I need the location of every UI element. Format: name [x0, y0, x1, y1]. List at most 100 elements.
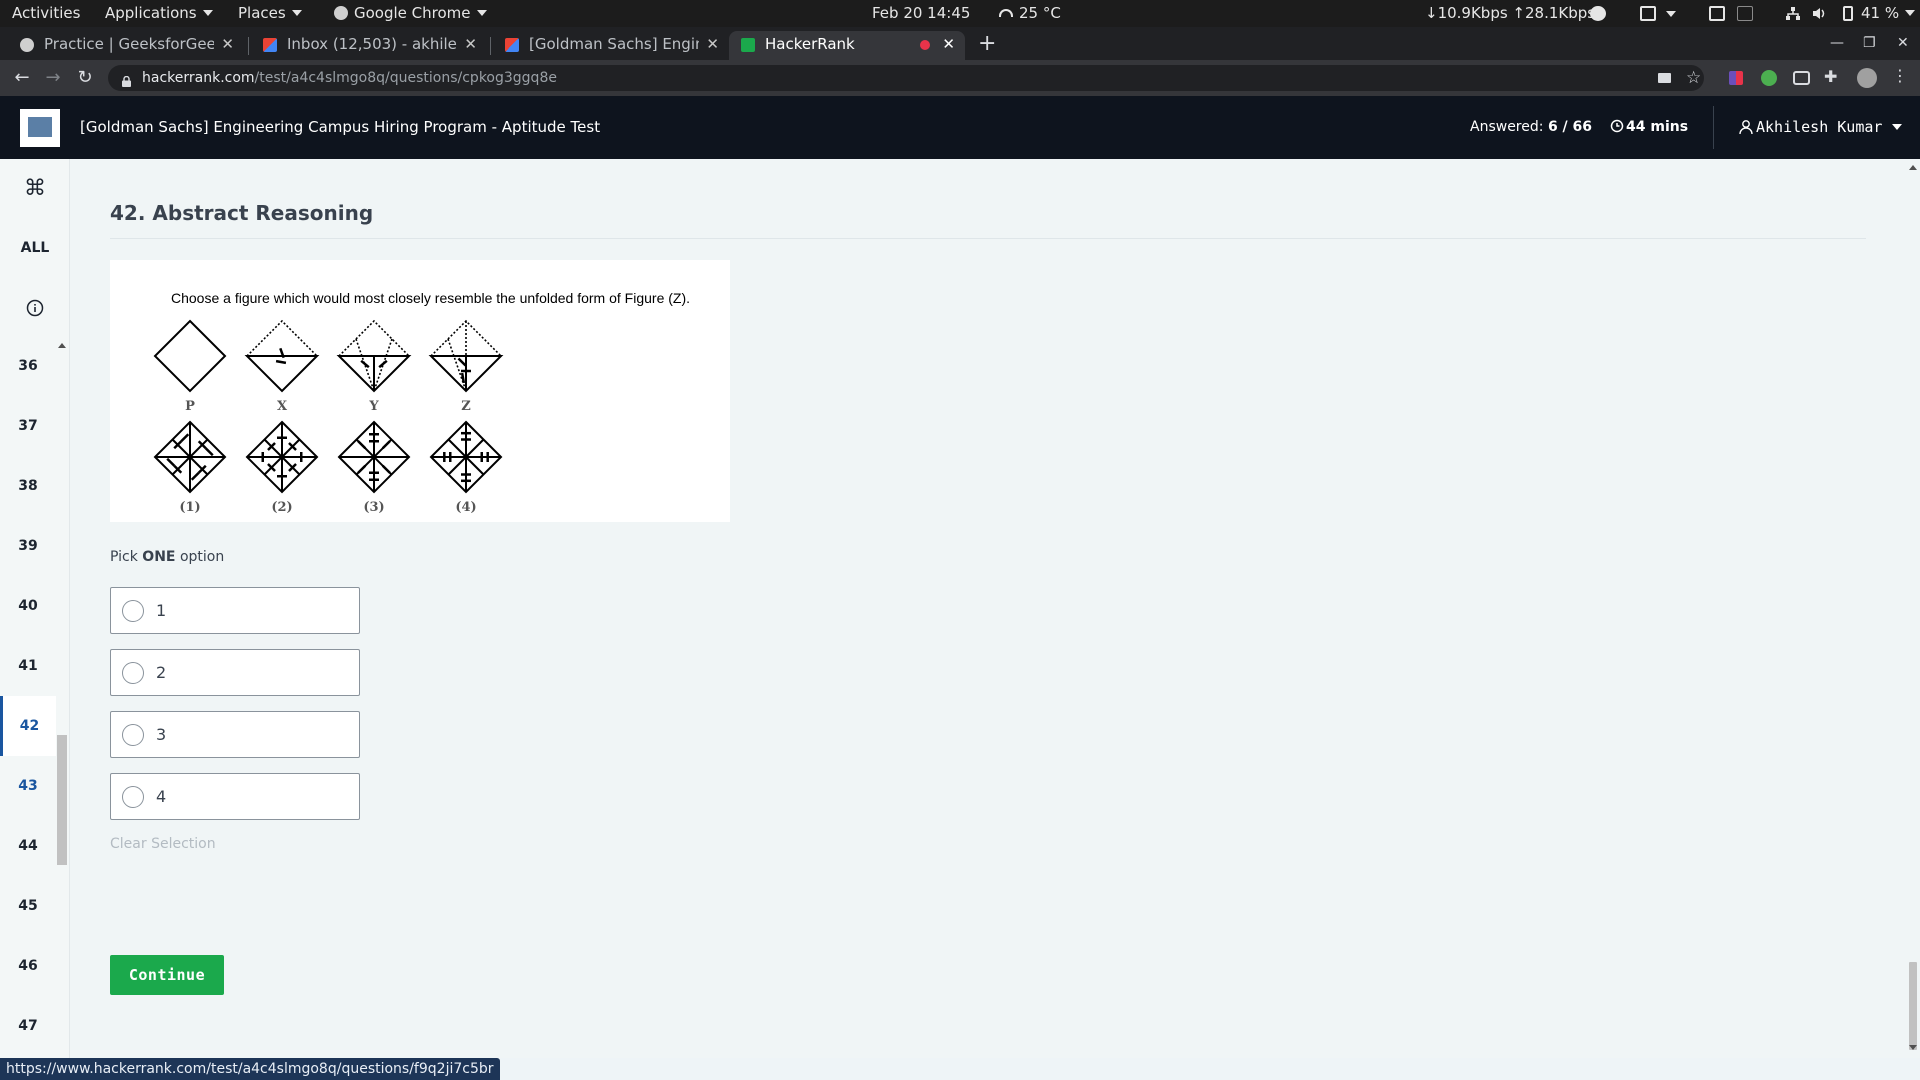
answer-figure-label: (3): [363, 500, 384, 515]
close-icon[interactable]: ✕: [706, 31, 719, 58]
battery-percent[interactable]: 41 %: [1861, 0, 1916, 27]
tab-title: Practice | GeeksforGeeks |: [44, 35, 214, 53]
figure-label: X: [277, 399, 288, 414]
battery-icon[interactable]: [1843, 6, 1853, 21]
question-nav-38[interactable]: 38: [0, 456, 56, 516]
page-scrollbar-thumb[interactable]: [1909, 962, 1917, 1050]
extensions-puzzle-icon[interactable]: ✚: [1824, 67, 1842, 86]
info-icon[interactable]: [0, 299, 69, 321]
camera-icon[interactable]: [1658, 73, 1671, 83]
chevron-down-icon: [202, 10, 213, 16]
figure-p: [153, 319, 227, 393]
option-2[interactable]: 2: [110, 649, 360, 696]
volume-icon[interactable]: [1811, 6, 1827, 21]
address-bar[interactable]: hackerrank.com/test/a4c4slmgo8q/question…: [108, 65, 1704, 91]
clipboard-icon[interactable]: [1640, 6, 1656, 21]
question-nav-43[interactable]: 43: [0, 756, 56, 816]
menu-kebab-icon[interactable]: ⋮: [1892, 66, 1908, 85]
scroll-up-arrow-icon[interactable]: [58, 343, 66, 348]
gmail-favicon-icon: [505, 38, 519, 52]
system-top-bar: Activities Applications Places Google Ch…: [0, 0, 1920, 27]
new-tab-button[interactable]: +: [978, 27, 996, 60]
network-icon[interactable]: [1785, 6, 1801, 21]
answered-count: Answered: 6 / 66: [1470, 96, 1592, 159]
places-menu[interactable]: Places: [238, 0, 302, 27]
scroll-down-arrow-icon[interactable]: [1909, 1045, 1917, 1050]
question-nav-37[interactable]: 37: [0, 396, 56, 456]
test-header: [Goldman Sachs] Engineering Campus Hirin…: [0, 96, 1920, 159]
tab-gmail-inbox[interactable]: Inbox (12,503) - akhileshd ✕: [251, 31, 487, 60]
battery-percent-text: 41 %: [1861, 4, 1900, 22]
scroll-up-arrow-icon[interactable]: [1909, 165, 1917, 170]
question-nav-45[interactable]: 45: [0, 876, 56, 936]
keyboard-layout-icon[interactable]: [1737, 6, 1753, 21]
paper-folding-figures: P X Y Z (1) (2) (3) (4): [153, 319, 504, 515]
extension-icon[interactable]: [1729, 71, 1743, 85]
close-icon[interactable]: ✕: [221, 31, 234, 58]
clear-selection-link[interactable]: Clear Selection: [110, 836, 216, 852]
star-icon[interactable]: ☆: [1686, 66, 1701, 90]
option-3[interactable]: 3: [110, 711, 360, 758]
tab-hackerrank[interactable]: HackerRank ✕: [729, 31, 965, 60]
clock[interactable]: Feb 20 14:45: [872, 0, 970, 27]
lock-icon: [122, 72, 131, 87]
forward-arrow-icon[interactable]: →: [41, 60, 65, 96]
workspace-indicator-icon[interactable]: [1709, 6, 1725, 21]
question-nav-40[interactable]: 40: [0, 576, 56, 636]
back-arrow-icon[interactable]: ←: [10, 60, 34, 96]
question-nav-41[interactable]: 41: [0, 636, 56, 696]
profile-avatar-icon[interactable]: [1857, 68, 1877, 88]
all-questions-button[interactable]: ALL: [0, 240, 69, 256]
close-window-icon[interactable]: ✕: [1897, 27, 1909, 60]
user-menu[interactable]: Akhilesh Kumar: [1738, 96, 1903, 159]
tab-separator: [490, 37, 491, 55]
extension-glasses-icon[interactable]: [1793, 71, 1810, 85]
cloud-icon[interactable]: [1590, 6, 1606, 21]
close-icon[interactable]: ✕: [942, 31, 955, 58]
activities-button[interactable]: Activities: [12, 0, 80, 27]
question-nav-39[interactable]: 39: [0, 516, 56, 576]
radio-button[interactable]: [122, 600, 144, 622]
question-nav-42[interactable]: 42: [0, 696, 56, 756]
page-scrollbar[interactable]: [1906, 159, 1920, 1058]
minimize-icon[interactable]: —: [1830, 27, 1844, 60]
radio-button[interactable]: [122, 724, 144, 746]
tab-title: [Goldman Sachs] Enginee: [529, 35, 699, 53]
pick-count: ONE: [142, 549, 176, 565]
tab-title: Inbox (12,503) - akhileshd: [287, 35, 457, 53]
app-menu[interactable]: Google Chrome: [334, 0, 487, 27]
question-nav-44[interactable]: 44: [0, 816, 56, 876]
extension-plus-icon[interactable]: [1761, 70, 1777, 86]
question-nav-47[interactable]: 47: [0, 996, 56, 1056]
chevron-down-icon: [1666, 11, 1676, 17]
radio-button[interactable]: [122, 786, 144, 808]
browser-toolbar: ← → ↻ hackerrank.com/test/a4c4slmgo8q/qu…: [0, 60, 1920, 96]
command-icon[interactable]: ⌘: [0, 177, 69, 201]
tab-goldman-sachs[interactable]: [Goldman Sachs] Enginee ✕: [493, 31, 729, 60]
tab-geeksforgeeks[interactable]: Practice | GeeksforGeeks | ✕: [8, 31, 244, 60]
pick-prefix: Pick: [110, 549, 138, 565]
weather-icon: [999, 9, 1013, 17]
restore-icon[interactable]: ❐: [1863, 27, 1876, 60]
sidebar-scrollbar[interactable]: [57, 345, 67, 1058]
answer-figure-2: [245, 420, 319, 494]
answered-label: Answered:: [1470, 119, 1544, 135]
radio-button[interactable]: [122, 662, 144, 684]
question-nav-36[interactable]: 36: [0, 336, 56, 396]
weather-text: 25 °C: [1019, 4, 1061, 22]
question-nav-46[interactable]: 46: [0, 936, 56, 996]
sidebar-scrollbar-thumb[interactable]: [57, 735, 67, 865]
close-icon[interactable]: ✕: [464, 31, 477, 58]
option-4[interactable]: 4: [110, 773, 360, 820]
figure-z: [428, 319, 504, 393]
continue-button[interactable]: Continue: [110, 955, 224, 995]
figure-label: P: [185, 399, 195, 414]
reload-icon[interactable]: ↻: [73, 60, 97, 96]
test-title: [Goldman Sachs] Engineering Campus Hirin…: [80, 118, 601, 136]
url-text: hackerrank.com/test/a4c4slmgo8q/question…: [142, 65, 557, 91]
applications-menu[interactable]: Applications: [105, 0, 213, 27]
heading-divider: [110, 238, 1866, 239]
weather-widget[interactable]: 25 °C: [999, 0, 1061, 27]
applications-label: Applications: [105, 4, 197, 22]
option-1[interactable]: 1: [110, 587, 360, 634]
